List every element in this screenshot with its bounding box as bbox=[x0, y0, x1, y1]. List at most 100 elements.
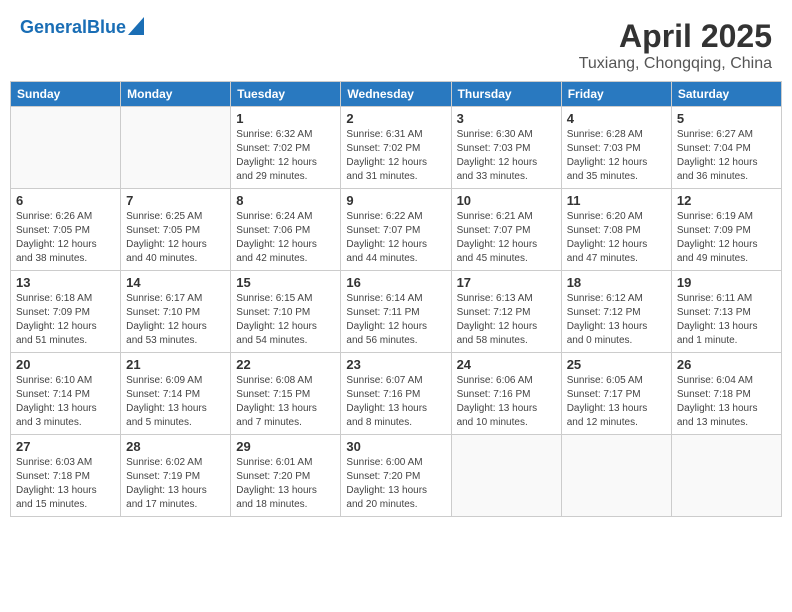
day-info: Sunrise: 6:11 AM Sunset: 7:13 PM Dayligh… bbox=[677, 292, 776, 348]
day-info: Sunrise: 6:02 AM Sunset: 7:19 PM Dayligh… bbox=[126, 456, 225, 512]
day-number: 6 bbox=[16, 193, 115, 208]
day-number: 16 bbox=[346, 275, 445, 290]
day-info: Sunrise: 6:08 AM Sunset: 7:15 PM Dayligh… bbox=[236, 374, 335, 430]
day-number: 10 bbox=[457, 193, 556, 208]
day-info: Sunrise: 6:00 AM Sunset: 7:20 PM Dayligh… bbox=[346, 456, 445, 512]
calendar-day-cell bbox=[11, 107, 121, 189]
day-number: 21 bbox=[126, 357, 225, 372]
logo: GeneralBlue bbox=[20, 18, 144, 38]
calendar-day-cell: 29 Sunrise: 6:01 AM Sunset: 7:20 PM Dayli… bbox=[231, 435, 341, 517]
location-title: Tuxiang, Chongqing, China bbox=[579, 55, 772, 73]
day-info: Sunrise: 6:17 AM Sunset: 7:10 PM Dayligh… bbox=[126, 292, 225, 348]
day-info: Sunrise: 6:12 AM Sunset: 7:12 PM Dayligh… bbox=[567, 292, 666, 348]
day-info: Sunrise: 6:04 AM Sunset: 7:18 PM Dayligh… bbox=[677, 374, 776, 430]
calendar-day-cell: 19 Sunrise: 6:11 AM Sunset: 7:13 PM Dayli… bbox=[671, 271, 781, 353]
day-info: Sunrise: 6:26 AM Sunset: 7:05 PM Dayligh… bbox=[16, 210, 115, 266]
day-number: 20 bbox=[16, 357, 115, 372]
day-number: 18 bbox=[567, 275, 666, 290]
calendar-week-row: 20 Sunrise: 6:10 AM Sunset: 7:14 PM Dayli… bbox=[11, 353, 782, 435]
calendar-table: SundayMondayTuesdayWednesdayThursdayFrid… bbox=[10, 81, 782, 517]
day-info: Sunrise: 6:32 AM Sunset: 7:02 PM Dayligh… bbox=[236, 128, 335, 184]
calendar-day-cell: 14Sunrise: 6:17 AM Sunset: 7:10 PM Dayli… bbox=[121, 271, 231, 353]
title-block: April 2025 Tuxiang, Chongqing, China bbox=[579, 18, 772, 73]
day-info: Sunrise: 6:19 AM Sunset: 7:09 PM Dayligh… bbox=[677, 210, 776, 266]
calendar-day-cell bbox=[671, 435, 781, 517]
day-number: 7 bbox=[126, 193, 225, 208]
day-info: Sunrise: 6:21 AM Sunset: 7:07 PM Dayligh… bbox=[457, 210, 556, 266]
calendar-week-row: 1 Sunrise: 6:32 AM Sunset: 7:02 PM Daylig… bbox=[11, 107, 782, 189]
calendar-day-cell: 30Sunrise: 6:00 AM Sunset: 7:20 PM Dayli… bbox=[341, 435, 451, 517]
calendar-day-cell: 1 Sunrise: 6:32 AM Sunset: 7:02 PM Daylig… bbox=[231, 107, 341, 189]
day-info: Sunrise: 6:27 AM Sunset: 7:04 PM Dayligh… bbox=[677, 128, 776, 184]
day-info: Sunrise: 6:22 AM Sunset: 7:07 PM Dayligh… bbox=[346, 210, 445, 266]
day-number: 3 bbox=[457, 111, 556, 126]
day-info: Sunrise: 6:24 AM Sunset: 7:06 PM Dayligh… bbox=[236, 210, 335, 266]
calendar-day-cell: 21Sunrise: 6:09 AM Sunset: 7:14 PM Dayli… bbox=[121, 353, 231, 435]
day-info: Sunrise: 6:03 AM Sunset: 7:18 PM Dayligh… bbox=[16, 456, 115, 512]
calendar-day-cell bbox=[451, 435, 561, 517]
day-number: 1 bbox=[236, 111, 335, 126]
calendar-day-cell: 27 Sunrise: 6:03 AM Sunset: 7:18 PM Dayli… bbox=[11, 435, 121, 517]
day-of-week-header: Thursday bbox=[451, 82, 561, 107]
calendar-day-cell: 2 Sunrise: 6:31 AM Sunset: 7:02 PM Daylig… bbox=[341, 107, 451, 189]
calendar-day-cell: 18 Sunrise: 6:12 AM Sunset: 7:12 PM Dayli… bbox=[561, 271, 671, 353]
day-number: 23 bbox=[346, 357, 445, 372]
day-number: 25 bbox=[567, 357, 666, 372]
calendar-day-cell: 24Sunrise: 6:06 AM Sunset: 7:16 PM Dayli… bbox=[451, 353, 561, 435]
day-of-week-header: Tuesday bbox=[231, 82, 341, 107]
calendar-day-cell: 8Sunrise: 6:24 AM Sunset: 7:06 PM Daylig… bbox=[231, 189, 341, 271]
calendar-day-cell: 7 Sunrise: 6:25 AM Sunset: 7:05 PM Daylig… bbox=[121, 189, 231, 271]
calendar-day-cell: 13Sunrise: 6:18 AM Sunset: 7:09 PM Dayli… bbox=[11, 271, 121, 353]
day-number: 29 bbox=[236, 439, 335, 454]
day-number: 13 bbox=[16, 275, 115, 290]
logo-blue: Blue bbox=[87, 17, 126, 37]
day-number: 24 bbox=[457, 357, 556, 372]
calendar-day-cell: 9Sunrise: 6:22 AM Sunset: 7:07 PM Daylig… bbox=[341, 189, 451, 271]
day-number: 19 bbox=[677, 275, 776, 290]
calendar-day-cell: 26 Sunrise: 6:04 AM Sunset: 7:18 PM Dayli… bbox=[671, 353, 781, 435]
day-info: Sunrise: 6:15 AM Sunset: 7:10 PM Dayligh… bbox=[236, 292, 335, 348]
day-of-week-header: Monday bbox=[121, 82, 231, 107]
calendar-week-row: 13Sunrise: 6:18 AM Sunset: 7:09 PM Dayli… bbox=[11, 271, 782, 353]
page-header: GeneralBlue April 2025 Tuxiang, Chongqin… bbox=[10, 10, 782, 77]
calendar-day-cell: 17Sunrise: 6:13 AM Sunset: 7:12 PM Dayli… bbox=[451, 271, 561, 353]
day-number: 28 bbox=[126, 439, 225, 454]
calendar-day-cell: 4 Sunrise: 6:28 AM Sunset: 7:03 PM Daylig… bbox=[561, 107, 671, 189]
day-info: Sunrise: 6:07 AM Sunset: 7:16 PM Dayligh… bbox=[346, 374, 445, 430]
day-number: 4 bbox=[567, 111, 666, 126]
calendar-body: 1 Sunrise: 6:32 AM Sunset: 7:02 PM Daylig… bbox=[11, 107, 782, 517]
day-of-week-header: Wednesday bbox=[341, 82, 451, 107]
calendar-day-cell: 15 Sunrise: 6:15 AM Sunset: 7:10 PM Dayli… bbox=[231, 271, 341, 353]
calendar-day-cell: 10 Sunrise: 6:21 AM Sunset: 7:07 PM Dayli… bbox=[451, 189, 561, 271]
day-of-week-header: Friday bbox=[561, 82, 671, 107]
month-title: April 2025 bbox=[579, 18, 772, 55]
calendar-day-cell: 20 Sunrise: 6:10 AM Sunset: 7:14 PM Dayli… bbox=[11, 353, 121, 435]
day-info: Sunrise: 6:20 AM Sunset: 7:08 PM Dayligh… bbox=[567, 210, 666, 266]
calendar-day-cell: 16 Sunrise: 6:14 AM Sunset: 7:11 PM Dayli… bbox=[341, 271, 451, 353]
day-number: 26 bbox=[677, 357, 776, 372]
day-number: 17 bbox=[457, 275, 556, 290]
day-number: 27 bbox=[16, 439, 115, 454]
day-info: Sunrise: 6:01 AM Sunset: 7:20 PM Dayligh… bbox=[236, 456, 335, 512]
calendar-day-cell: 12 Sunrise: 6:19 AM Sunset: 7:09 PM Dayli… bbox=[671, 189, 781, 271]
calendar-day-cell: 11Sunrise: 6:20 AM Sunset: 7:08 PM Dayli… bbox=[561, 189, 671, 271]
day-number: 12 bbox=[677, 193, 776, 208]
day-of-week-header: Sunday bbox=[11, 82, 121, 107]
logo-text: GeneralBlue bbox=[20, 18, 126, 38]
day-info: Sunrise: 6:10 AM Sunset: 7:14 PM Dayligh… bbox=[16, 374, 115, 430]
calendar-header-row: SundayMondayTuesdayWednesdayThursdayFrid… bbox=[11, 82, 782, 107]
logo-general: General bbox=[20, 17, 87, 37]
calendar-day-cell: 23 Sunrise: 6:07 AM Sunset: 7:16 PM Dayli… bbox=[341, 353, 451, 435]
day-number: 2 bbox=[346, 111, 445, 126]
calendar-day-cell: 28 Sunrise: 6:02 AM Sunset: 7:19 PM Dayli… bbox=[121, 435, 231, 517]
day-number: 15 bbox=[236, 275, 335, 290]
day-number: 5 bbox=[677, 111, 776, 126]
calendar-day-cell bbox=[121, 107, 231, 189]
day-info: Sunrise: 6:28 AM Sunset: 7:03 PM Dayligh… bbox=[567, 128, 666, 184]
calendar-week-row: 6 Sunrise: 6:26 AM Sunset: 7:05 PM Daylig… bbox=[11, 189, 782, 271]
day-info: Sunrise: 6:14 AM Sunset: 7:11 PM Dayligh… bbox=[346, 292, 445, 348]
day-number: 22 bbox=[236, 357, 335, 372]
day-info: Sunrise: 6:25 AM Sunset: 7:05 PM Dayligh… bbox=[126, 210, 225, 266]
day-of-week-header: Saturday bbox=[671, 82, 781, 107]
day-info: Sunrise: 6:31 AM Sunset: 7:02 PM Dayligh… bbox=[346, 128, 445, 184]
